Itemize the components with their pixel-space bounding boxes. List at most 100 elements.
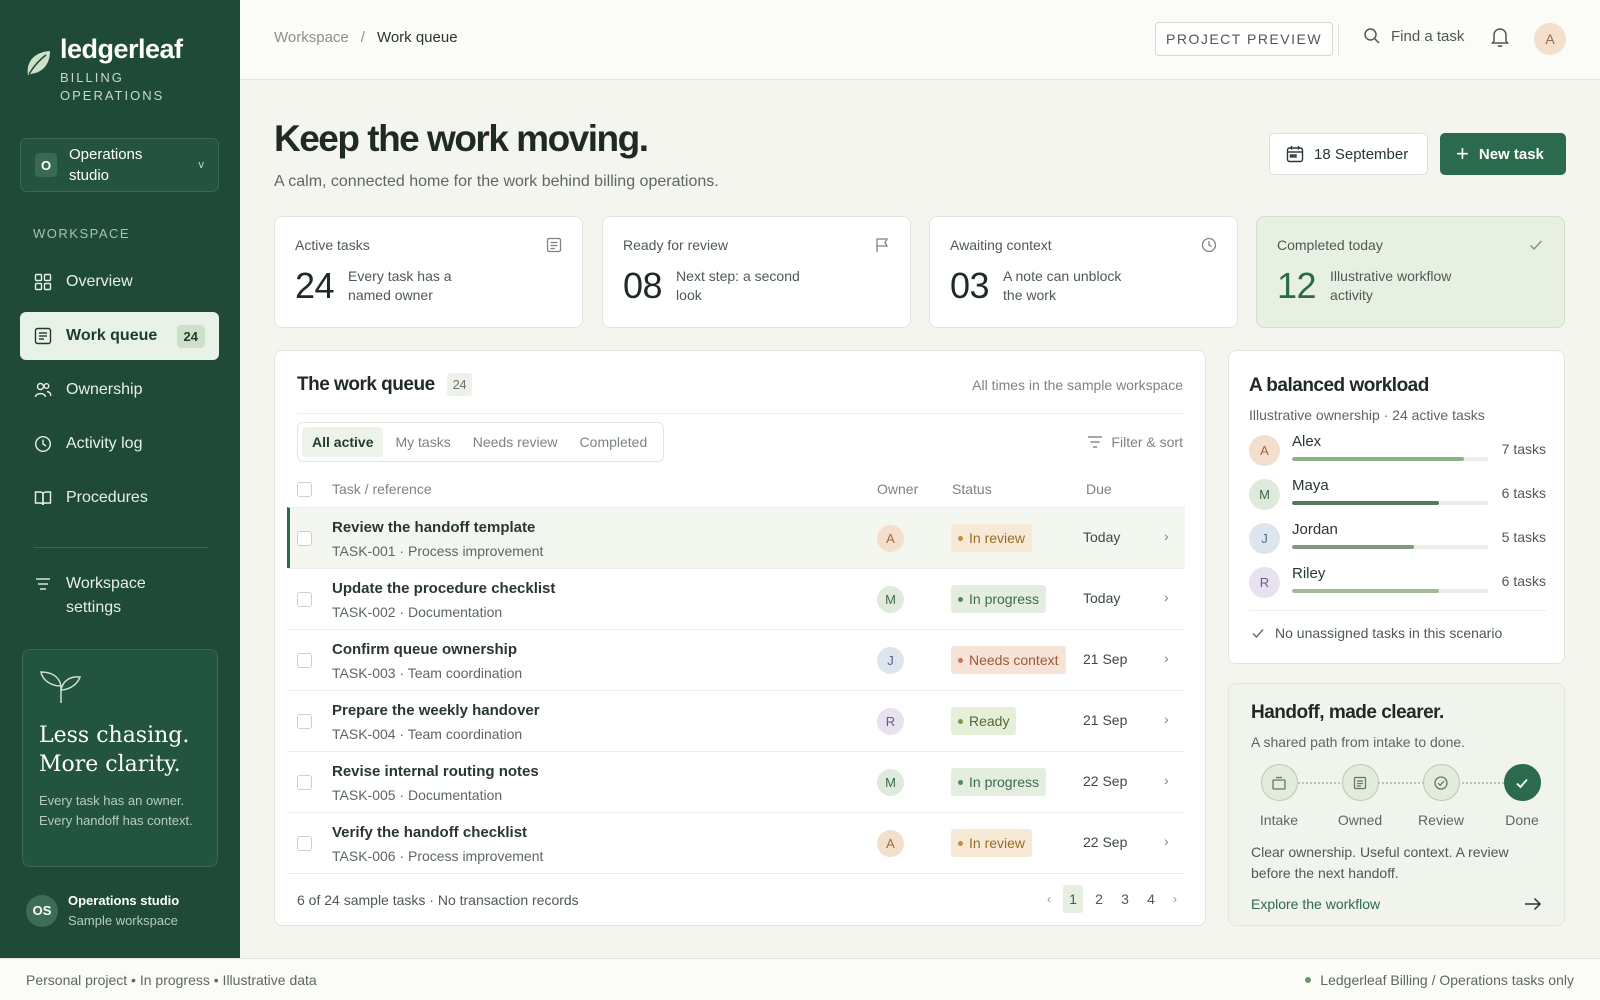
find-task-label: Find a task [1391, 27, 1465, 45]
brand[interactable]: ledgerleaf BILLING OPERATIONS [24, 34, 183, 105]
breadcrumb-workspace[interactable]: Workspace [274, 29, 349, 46]
task-title: Revise internal routing notes [332, 763, 539, 780]
new-task-label: New task [1478, 145, 1544, 163]
step-connector [1279, 782, 1519, 784]
sidebar-user[interactable]: OS Operations studio Sample workspace [26, 893, 179, 928]
avatar: M [1249, 479, 1280, 510]
stat-card-completed[interactable]: Completed today 12 Illustrative workflow… [1256, 216, 1565, 328]
table-row[interactable]: Review the handoff template TASK-001 · P… [287, 507, 1185, 568]
step-review[interactable]: Review [1406, 764, 1476, 828]
page-2[interactable]: 2 [1089, 885, 1109, 913]
sidebar-item-label: Work queue [66, 327, 158, 344]
task-reference: TASK-002 · Documentation [332, 604, 503, 620]
row-checkbox[interactable] [297, 592, 312, 607]
queue-footer-summary: 6 of 24 sample tasks · No transaction re… [297, 892, 579, 908]
stat-label: Awaiting context [950, 237, 1052, 253]
task-table-body: Review the handoff template TASK-001 · P… [287, 507, 1185, 874]
avatar: OS [26, 894, 58, 927]
stat-card-review[interactable]: Ready for review 08 Next step: a second … [602, 216, 911, 328]
status-text: In progress [969, 591, 1040, 607]
tab-my-tasks[interactable]: My tasks [385, 427, 460, 457]
workload-subtitle: Illustrative ownership · 24 active tasks [1249, 407, 1485, 423]
row-checkbox[interactable] [297, 836, 312, 851]
filter-sort-button[interactable]: Filter & sort [1087, 434, 1183, 450]
org-name: Operations studio [69, 146, 143, 184]
step-owned[interactable]: Owned [1325, 764, 1395, 828]
column-owner[interactable]: Owner [877, 481, 918, 497]
workload-person[interactable]: R Riley 6 tasks [1249, 565, 1546, 599]
user-avatar[interactable]: A [1534, 23, 1566, 55]
explore-workflow-link[interactable]: Explore the workflow [1251, 896, 1542, 912]
work-queue-count-badge: 24 [176, 324, 205, 348]
page-1[interactable]: 1 [1063, 885, 1083, 913]
chevron-down-icon: v [198, 159, 205, 171]
check-icon [1530, 240, 1543, 251]
table-row[interactable]: Prepare the weekly handover TASK-004 · T… [287, 690, 1185, 751]
flag-icon [876, 238, 889, 252]
task-count: 6 tasks [1501, 485, 1546, 501]
row-checkbox[interactable] [297, 775, 312, 790]
tab-needs-review[interactable]: Needs review [463, 427, 568, 457]
step-label: Review [1418, 812, 1464, 828]
sidebar-item-ownership[interactable]: Ownership [20, 366, 219, 414]
workload-person[interactable]: J Jordan 5 tasks [1249, 521, 1546, 555]
row-checkbox[interactable] [297, 714, 312, 729]
step-intake[interactable]: Intake [1244, 764, 1314, 828]
step-done[interactable]: Done [1487, 764, 1557, 828]
date-picker-button[interactable]: 18 September [1269, 133, 1428, 175]
list-icon [34, 327, 52, 345]
stat-card-awaiting[interactable]: Awaiting context 03 A note can unblock t… [929, 216, 1238, 328]
page-4[interactable]: 4 [1141, 885, 1161, 913]
tab-all-active[interactable]: All active [302, 427, 384, 457]
table-row[interactable]: Revise internal routing notes TASK-005 ·… [287, 751, 1185, 812]
column-status[interactable]: Status [952, 481, 992, 497]
row-checkbox[interactable] [297, 531, 312, 546]
workload-bar [1292, 589, 1488, 593]
workload-bar [1292, 501, 1488, 505]
task-count: 5 tasks [1501, 529, 1546, 545]
new-task-button[interactable]: + New task [1440, 133, 1566, 175]
tab-completed[interactable]: Completed [570, 427, 658, 457]
sidebar-item-activity-log[interactable]: Activity log [20, 420, 219, 468]
workload-person[interactable]: M Maya 6 tasks [1249, 477, 1546, 511]
status-badge: In progress [951, 585, 1047, 613]
workload-person[interactable]: A Alex 7 tasks [1249, 433, 1546, 467]
bell-icon[interactable] [1490, 26, 1510, 48]
task-title: Verify the handoff checklist [332, 824, 528, 841]
org-switcher[interactable]: O Operations studio v [20, 138, 219, 192]
sidebar-item-procedures[interactable]: Procedures [20, 474, 219, 522]
due-date: 22 Sep [1083, 834, 1128, 850]
person-name: Alex [1292, 433, 1322, 450]
step-label: Owned [1337, 812, 1383, 828]
leaf-logo-icon [27, 51, 50, 75]
sidebar-item-work-queue[interactable]: Work queue 24 [20, 312, 219, 360]
row-checkbox[interactable] [297, 653, 312, 668]
sidebar-divider [33, 547, 208, 548]
select-all-checkbox[interactable] [297, 482, 312, 497]
sidebar-item-workspace-settings[interactable]: Workspace settings [20, 572, 219, 620]
stat-card-active[interactable]: Active tasks 24 Every task has a named o… [274, 216, 583, 328]
find-task-search[interactable]: Find a task [1363, 27, 1464, 45]
queue-tabs: All active My tasks Needs review Complet… [297, 422, 665, 462]
stat-label: Ready for review [623, 237, 729, 253]
sidebar-item-overview[interactable]: Overview [20, 258, 219, 306]
chevron-right-icon[interactable]: › [1164, 589, 1169, 605]
table-row[interactable]: Update the procedure checklist TASK-002 … [287, 568, 1185, 629]
chevron-right-icon[interactable]: › [1164, 528, 1169, 544]
table-row[interactable]: Confirm queue ownership TASK-003 · Team … [287, 629, 1185, 690]
owner-avatar: A [877, 525, 904, 552]
workflow-steps: Intake Owned Review Done [1251, 764, 1546, 834]
next-page-icon[interactable]: › [1167, 892, 1183, 906]
page-3[interactable]: 3 [1115, 885, 1135, 913]
project-preview-button[interactable]: PROJECT PREVIEW [1155, 22, 1334, 56]
prev-page-icon[interactable]: ‹ [1041, 892, 1057, 906]
chevron-right-icon[interactable]: › [1164, 711, 1169, 727]
promo-title: Less chasing. More clarity. [39, 723, 190, 777]
chevron-right-icon[interactable]: › [1164, 833, 1169, 849]
column-due[interactable]: Due [1086, 481, 1112, 497]
chevron-right-icon[interactable]: › [1164, 650, 1169, 666]
task-title: Review the handoff template [332, 519, 536, 536]
table-row[interactable]: Verify the handoff checklist TASK-006 · … [287, 812, 1185, 873]
column-task[interactable]: Task / reference [332, 481, 432, 497]
chevron-right-icon[interactable]: › [1164, 772, 1169, 788]
